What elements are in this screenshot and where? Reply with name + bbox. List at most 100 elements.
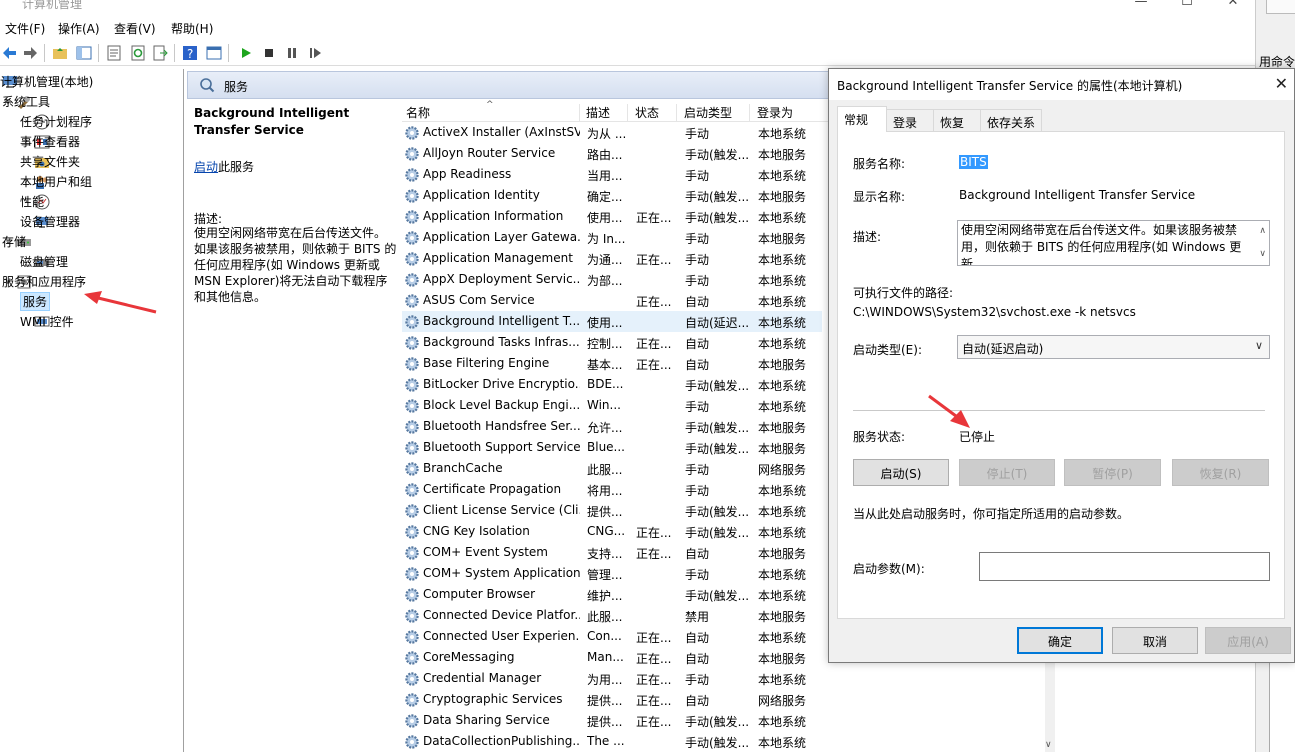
up-folder-icon[interactable] bbox=[52, 45, 68, 61]
table-row[interactable]: App Readiness 当用... 手动 本地系统 bbox=[402, 164, 822, 185]
help-icon[interactable]: ? bbox=[182, 45, 198, 61]
tree-disk-management[interactable]: 磁盘管理 bbox=[20, 252, 68, 271]
pause-button[interactable]: 暂停(P) bbox=[1064, 459, 1161, 486]
menu-action[interactable]: 操作(A) bbox=[58, 20, 100, 37]
refresh-icon[interactable] bbox=[130, 45, 146, 61]
service-name: ActiveX Installer (AxInstSV) bbox=[423, 125, 580, 139]
service-description: 为部... bbox=[587, 274, 623, 288]
tree-performance[interactable]: › 性能 bbox=[20, 192, 53, 211]
tree-wmi-control[interactable]: WMI 控件 bbox=[20, 312, 74, 331]
console-icon[interactable] bbox=[206, 45, 222, 61]
service-name: Base Filtering Engine bbox=[423, 356, 550, 370]
menu-file[interactable]: 文件(F) bbox=[5, 20, 45, 37]
tree-shared-folders[interactable]: › 共享文件夹 bbox=[20, 152, 80, 171]
table-row[interactable]: Base Filtering Engine 基本... 正在... 自动 本地服务 bbox=[402, 353, 822, 374]
tab-general[interactable]: 常规 bbox=[837, 106, 887, 132]
tab-dependencies[interactable]: 依存关系 bbox=[980, 109, 1042, 132]
table-row[interactable]: Connected Device Platfor... 此服... 禁用 本地服务 bbox=[402, 605, 822, 626]
service-description: 确定... bbox=[587, 190, 623, 204]
service-description: 提供... bbox=[587, 505, 623, 519]
tab-logon[interactable]: 登录 bbox=[886, 109, 934, 132]
apply-button[interactable]: 应用(A) bbox=[1205, 627, 1291, 654]
stop-button[interactable]: 停止(T) bbox=[959, 459, 1055, 486]
table-row[interactable]: Data Sharing Service 提供... 正在... 手动(触发... 本地… bbox=[402, 710, 822, 731]
table-row[interactable]: Credential Manager 为用... 正在... 手动 本地系统 bbox=[402, 668, 822, 689]
service-logon: 本地系统 bbox=[758, 673, 807, 687]
scroll-down-icon[interactable]: ∨ bbox=[1045, 740, 1052, 750]
table-row[interactable]: Bluetooth Handsfree Ser... 允许... 手动(触发... 本… bbox=[402, 416, 822, 437]
table-row[interactable]: Background Intelligent T... 使用... 自动(延迟...… bbox=[402, 311, 822, 332]
service-startup-type: 手动(触发... bbox=[685, 442, 750, 456]
tree-device-manager[interactable]: 设备管理器 bbox=[20, 212, 80, 231]
service-startup-type: 自动 bbox=[685, 295, 710, 309]
pause-service-icon[interactable] bbox=[284, 45, 300, 61]
table-row[interactable]: Application Management 为通... 正在... 手动 本地系统 bbox=[402, 248, 822, 269]
minimize-button[interactable]: — bbox=[1118, 0, 1164, 9]
start-service-icon[interactable] bbox=[238, 45, 254, 61]
table-row[interactable]: BitLocker Drive Encryptio... BDE... 手动(触发.… bbox=[402, 374, 822, 395]
column-logon-as[interactable]: 登录为 bbox=[753, 104, 813, 122]
table-row[interactable]: BranchCache 此服... 手动 网络服务 bbox=[402, 458, 822, 479]
cancel-button[interactable]: 取消 bbox=[1112, 627, 1198, 654]
tree-local-users[interactable]: › 本地用户和组 bbox=[20, 172, 92, 191]
service-logon: 本地系统 bbox=[758, 568, 807, 582]
resume-button[interactable]: 恢复(R) bbox=[1172, 459, 1269, 486]
table-row[interactable]: ASUS Com Service 正在... 自动 本地系统 bbox=[402, 290, 822, 311]
start-params-input[interactable] bbox=[979, 552, 1270, 581]
column-description[interactable]: 描述 bbox=[582, 104, 628, 122]
start-service-link[interactable]: 启动 bbox=[194, 160, 218, 174]
table-row[interactable]: Application Layer Gatewa... 为 In... 手动 本地服务 bbox=[402, 227, 822, 248]
tab-recovery[interactable]: 恢复 bbox=[933, 109, 981, 132]
tree-services[interactable]: 服务 bbox=[20, 292, 53, 311]
table-row[interactable]: COM+ Event System 支持... 正在... 自动 本地服务 bbox=[402, 542, 822, 563]
table-row[interactable]: ActiveX Installer (AxInstSV) 为从 ... 手动 本地系统 bbox=[402, 122, 822, 143]
tree-event-viewer[interactable]: › 事件查看器 bbox=[20, 132, 80, 151]
service-name-value[interactable]: BITS bbox=[959, 155, 988, 169]
column-status[interactable]: 状态 bbox=[631, 104, 677, 122]
tree-storage[interactable]: ∨ 存储 bbox=[2, 232, 35, 251]
table-row[interactable]: Background Tasks Infras... 控制... 正在... 自动 本地… bbox=[402, 332, 822, 353]
table-row[interactable]: Bluetooth Support Service Blue... 手动(触发...… bbox=[402, 437, 822, 458]
table-row[interactable]: CNG Key Isolation CNG... 正在... 手动(触发... 本地系统 bbox=[402, 521, 822, 542]
tree-system-tools[interactable]: ∨ 系统工具 bbox=[2, 92, 50, 111]
table-row[interactable]: Block Level Backup Engi... Win... 手动 本地系统 bbox=[402, 395, 822, 416]
service-status: 正在... bbox=[636, 715, 672, 729]
menu-view[interactable]: 查看(V) bbox=[114, 20, 156, 37]
table-row[interactable]: CoreMessaging Man... 正在... 自动 本地服务 bbox=[402, 647, 822, 668]
menu-help[interactable]: 帮助(H) bbox=[171, 20, 213, 37]
path-value[interactable]: C:\WINDOWS\System32\svchost.exe -k netsv… bbox=[853, 305, 1136, 319]
tree-task-scheduler[interactable]: › 任务计划程序 bbox=[20, 112, 92, 131]
forward-arrow-icon[interactable] bbox=[22, 45, 38, 61]
ok-button[interactable]: 确定 bbox=[1017, 627, 1103, 654]
startup-type-select[interactable]: 自动(延迟启动) ∨ bbox=[957, 335, 1270, 359]
maximize-button[interactable]: ☐ bbox=[1164, 0, 1210, 9]
description-textbox[interactable]: 使用空闲网络带宽在后台传送文件。如果该服务被禁用，则依赖于 BITS 的任何应用… bbox=[957, 220, 1270, 266]
table-row[interactable]: Cryptographic Services 提供... 正在... 自动 网络服务 bbox=[402, 689, 822, 710]
tree-root[interactable]: 计算机管理(本地) bbox=[0, 72, 93, 91]
export-list-icon[interactable] bbox=[152, 45, 168, 61]
table-row[interactable]: Computer Browser 维护... 手动(触发... 本地系统 bbox=[402, 584, 822, 605]
dialog-close-icon[interactable]: ✕ bbox=[1275, 74, 1288, 93]
start-button[interactable]: 启动(S) bbox=[853, 459, 949, 486]
tree-services-apps[interactable]: ∨ 服务和应用程序 bbox=[2, 272, 86, 291]
restart-service-icon[interactable] bbox=[307, 45, 323, 61]
table-row[interactable]: Application Information 使用... 正在... 手动(触发..… bbox=[402, 206, 822, 227]
table-row[interactable]: AllJoyn Router Service 路由... 手动(触发... 本地服务 bbox=[402, 143, 822, 164]
table-row[interactable]: Connected User Experien... Con... 正在... 自动 本… bbox=[402, 626, 822, 647]
close-button[interactable]: ✕ bbox=[1210, 0, 1255, 9]
properties-icon[interactable] bbox=[106, 45, 122, 61]
show-hide-tree-icon[interactable] bbox=[76, 45, 92, 61]
table-row[interactable]: Client License Service (Cli... 提供... 手动(触发… bbox=[402, 500, 822, 521]
table-row[interactable]: AppX Deployment Servic... 为部... 手动 本地系统 bbox=[402, 269, 822, 290]
column-startup-type[interactable]: 启动类型 bbox=[680, 104, 750, 122]
stop-service-icon[interactable] bbox=[261, 45, 277, 61]
service-name: Application Identity bbox=[423, 188, 540, 202]
back-arrow-icon[interactable] bbox=[2, 45, 18, 61]
display-name-value[interactable]: Background Intelligent Transfer Service bbox=[959, 188, 1195, 202]
scroll-up-icon[interactable]: ∧ bbox=[1259, 223, 1266, 240]
scroll-down-icon[interactable]: ∨ bbox=[1259, 246, 1266, 263]
table-row[interactable]: DataCollectionPublishing... The ... 手动(触发.… bbox=[402, 731, 822, 752]
table-row[interactable]: Certificate Propagation 将用... 手动 本地系统 bbox=[402, 479, 822, 500]
table-row[interactable]: Application Identity 确定... 手动(触发... 本地服务 bbox=[402, 185, 822, 206]
table-row[interactable]: COM+ System Application 管理... 手动 本地系统 bbox=[402, 563, 822, 584]
